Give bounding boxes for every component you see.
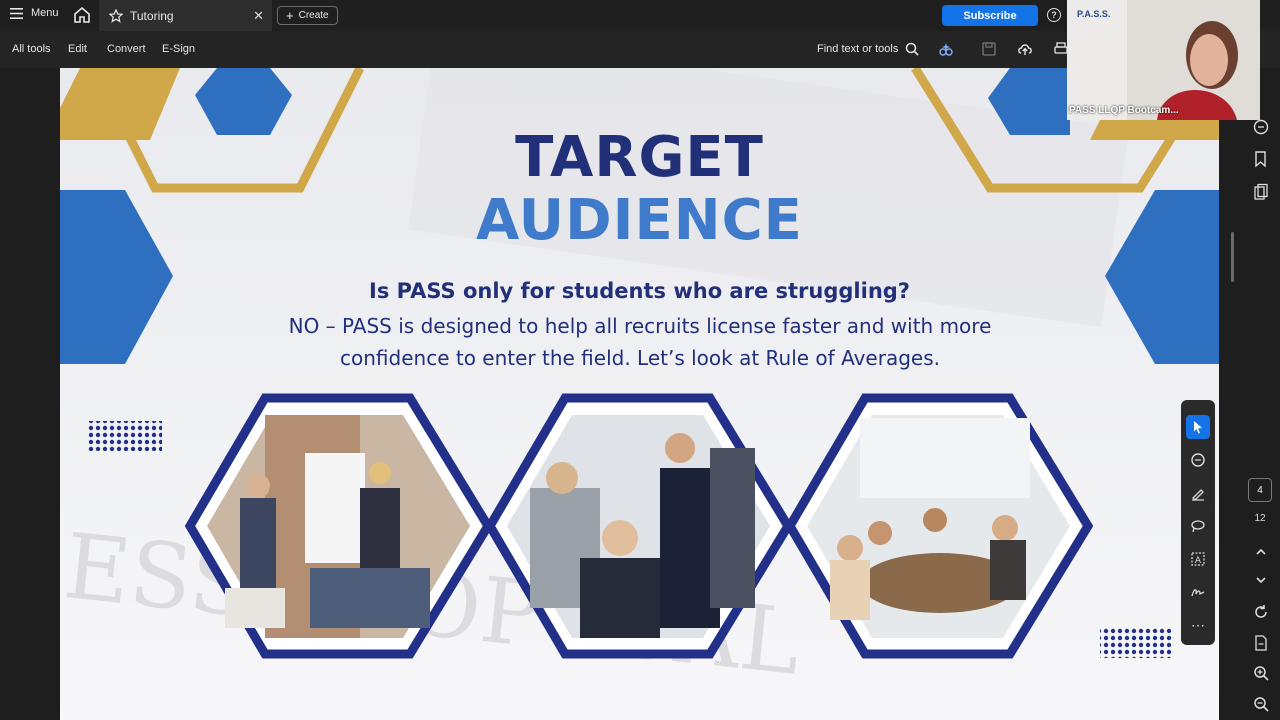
page-up-icon[interactable] <box>1252 543 1270 561</box>
slide-answer: NO – PASS is designed to help all recrui… <box>230 310 1050 374</box>
close-icon[interactable]: ✕ <box>253 8 264 24</box>
sign-tool[interactable] <box>1186 580 1210 604</box>
pass-logo: P.A.S.S. <box>1077 9 1111 19</box>
create-button[interactable]: + Create <box>277 6 338 25</box>
left-pane <box>0 68 60 720</box>
slide-title-line1: TARGET <box>515 125 764 190</box>
answer-line-2: confidence to enter the field. Let’s loo… <box>340 346 940 370</box>
draw-tool[interactable] <box>1186 514 1210 538</box>
slide-title-line2: AUDIENCE <box>476 188 803 253</box>
zoom-out-icon[interactable] <box>1252 695 1270 713</box>
save-icon[interactable] <box>981 41 997 57</box>
comment-icon <box>1191 453 1205 467</box>
slide-question: Is PASS only for students who are strugg… <box>369 279 910 303</box>
upload-cloud-icon[interactable] <box>1017 41 1033 57</box>
cursor-arrow-icon <box>1194 421 1202 434</box>
scrollbar-thumb[interactable] <box>1231 232 1234 282</box>
ai-assistant-icon[interactable] <box>938 41 954 57</box>
quick-tools-bar: A ⋯ <box>1181 400 1215 645</box>
tool-esign[interactable]: E-Sign <box>162 43 195 55</box>
tool-convert[interactable]: Convert <box>107 43 146 55</box>
pages-panel-icon[interactable] <box>1252 183 1270 201</box>
select-tool[interactable] <box>1186 415 1210 439</box>
search-icon <box>906 42 919 56</box>
right-pane <box>1219 68 1280 720</box>
find-label: Find text or tools <box>817 43 899 55</box>
signature-icon <box>1191 589 1205 597</box>
tab-title: Tutoring <box>130 8 174 23</box>
page-down-icon[interactable] <box>1252 571 1270 589</box>
create-label: Create <box>298 10 329 21</box>
home-icon[interactable] <box>73 6 91 24</box>
webcam-overlay[interactable]: P.A.S.S. PASS LLQP Bootcam... <box>1067 0 1260 120</box>
participant-name-label: PASS LLQP Bootcam... <box>1069 105 1179 116</box>
pen-icon <box>1192 489 1204 501</box>
refresh-icon[interactable] <box>1252 603 1270 621</box>
dot-grid-right <box>1100 628 1174 658</box>
text-box-icon: A <box>1191 552 1205 566</box>
document-tab[interactable]: Tutoring ✕ <box>99 0 272 31</box>
more-icon[interactable]: ⋯ <box>1186 613 1210 637</box>
document-icon[interactable] <box>1252 634 1270 652</box>
subscribe-button[interactable]: Subscribe <box>942 5 1038 26</box>
tool-edit[interactable]: Edit <box>68 43 87 55</box>
total-pages: 12 <box>1254 513 1266 524</box>
plus-icon: + <box>286 8 294 23</box>
zoom-in-icon[interactable] <box>1252 664 1270 682</box>
help-icon[interactable]: ? <box>1047 8 1061 22</box>
svg-text:A: A <box>1195 556 1202 566</box>
answer-line-1: NO – PASS is designed to help all recrui… <box>288 314 992 338</box>
lasso-icon <box>1191 520 1205 533</box>
text-tool[interactable]: A <box>1186 547 1210 571</box>
comment-tool[interactable] <box>1186 448 1210 472</box>
menu-button[interactable]: Menu <box>10 7 59 19</box>
star-icon[interactable] <box>109 8 123 23</box>
menu-label: Menu <box>31 7 59 19</box>
slide-page: ESS PROPOSAL TARGET AUDIENCE Is PASS onl… <box>60 68 1219 720</box>
highlight-tool[interactable] <box>1186 481 1210 505</box>
dot-grid-left <box>88 421 162 451</box>
current-page-input[interactable]: 4 <box>1248 478 1272 502</box>
hamburger-icon <box>10 7 23 19</box>
tool-all-tools[interactable]: All tools <box>12 43 51 55</box>
comment-panel-icon[interactable] <box>1252 118 1270 136</box>
find-tools-search[interactable]: Find text or tools <box>817 42 919 56</box>
bookmark-panel-icon[interactable] <box>1252 150 1270 168</box>
